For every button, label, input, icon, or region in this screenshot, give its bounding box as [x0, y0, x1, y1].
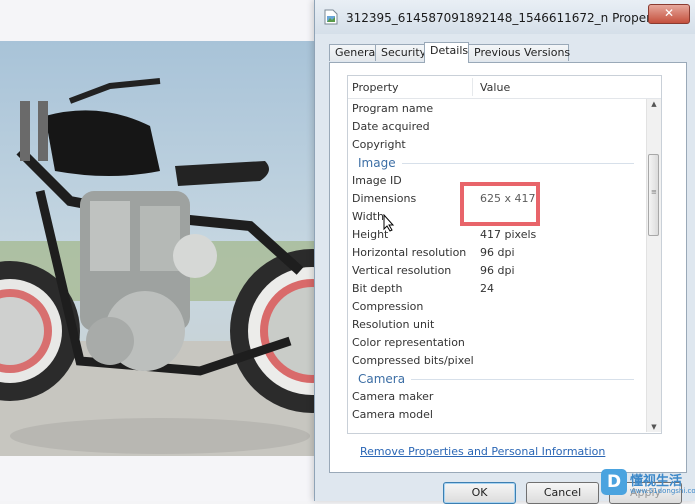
table-row[interactable]: Horizontal resolution 96 dpi: [348, 244, 644, 262]
property-name: Bit depth: [352, 282, 403, 295]
table-row[interactable]: Resolution unit: [348, 316, 644, 334]
property-value[interactable]: 24: [480, 280, 494, 298]
column-header-value[interactable]: Value: [480, 81, 510, 94]
table-row[interactable]: Date acquired: [348, 118, 644, 136]
property-name: Dimensions: [352, 192, 417, 205]
close-icon: ✕: [663, 6, 675, 20]
group-header: Camera: [348, 370, 644, 388]
dialog-title: 312395_614587091892148_1546611672_n Prop…: [346, 11, 673, 25]
property-name: Compressed bits/pixel: [352, 354, 474, 367]
dialog-titlebar: 312395_614587091892148_1546611672_n Prop…: [315, 0, 695, 34]
scrollbar-thumb[interactable]: ≡: [648, 154, 659, 236]
vertical-scrollbar[interactable]: ▲ ≡ ▼: [646, 99, 661, 432]
property-name: Vertical resolution: [352, 264, 452, 277]
tab-general[interactable]: General: [329, 44, 378, 61]
mouse-cursor-icon: [383, 214, 395, 232]
list-header: Property Value: [348, 76, 661, 99]
property-name: Resolution unit: [352, 318, 435, 331]
remove-properties-link[interactable]: Remove Properties and Personal Informati…: [360, 445, 605, 458]
group-header: Image: [348, 154, 644, 172]
close-button[interactable]: ✕: [648, 4, 690, 24]
property-value[interactable]: 417 pixels: [480, 226, 536, 244]
property-name: Width: [352, 210, 384, 223]
scroll-down-arrow-icon[interactable]: ▼: [649, 422, 659, 432]
motorcycle-photo: [0, 41, 318, 456]
table-row[interactable]: Compression: [348, 298, 644, 316]
column-separator[interactable]: [472, 78, 473, 96]
details-panel: Property Value Program name Date acquired…: [329, 62, 687, 473]
table-row[interactable]: Bit depth 24: [348, 280, 644, 298]
table-row[interactable]: Copyright: [348, 136, 644, 154]
image-file-icon: [324, 9, 338, 25]
scroll-up-arrow-icon[interactable]: ▲: [649, 99, 659, 109]
grip-icon: ≡: [651, 188, 657, 196]
group-label: Image: [358, 154, 402, 172]
group-label: Camera: [358, 370, 412, 388]
property-name: Horizontal resolution: [352, 246, 467, 259]
property-name: Color representation: [352, 336, 465, 349]
column-header-property[interactable]: Property: [352, 81, 399, 94]
property-name: Camera maker: [352, 390, 434, 403]
property-name: Program name: [352, 102, 434, 115]
property-value[interactable]: 96 dpi: [480, 262, 515, 280]
properties-list[interactable]: Property Value Program name Date acquired…: [347, 75, 662, 434]
tab-details[interactable]: Details: [424, 42, 469, 63]
table-row[interactable]: Program name: [348, 100, 644, 118]
table-row[interactable]: Camera model: [348, 406, 644, 424]
property-value[interactable]: 96 dpi: [480, 244, 515, 262]
table-row[interactable]: Vertical resolution 96 dpi: [348, 262, 644, 280]
property-name: Camera model: [352, 408, 433, 421]
property-name: Date acquired: [352, 120, 430, 133]
watermark-logo: D: [601, 469, 627, 495]
watermark-url: www.51dongshi.com: [630, 487, 695, 495]
property-rows: Program name Date acquired Copyright Image I…: [348, 100, 644, 424]
properties-dialog: 312395_614587091892148_1546611672_n Prop…: [314, 0, 695, 504]
table-row[interactable]: Camera maker: [348, 388, 644, 406]
dimensions-highlight-box: [460, 182, 540, 226]
tab-security[interactable]: Security: [375, 44, 426, 61]
watermark: D 懂视生活 www.51dongshi.com: [601, 467, 695, 499]
table-row[interactable]: Compressed bits/pixel: [348, 352, 644, 370]
tab-previous-versions[interactable]: Previous Versions: [468, 44, 570, 61]
property-name: Copyright: [352, 138, 406, 151]
property-name: Compression: [352, 300, 424, 313]
table-row[interactable]: Color representation: [348, 334, 644, 352]
property-name: Image ID: [352, 174, 402, 187]
